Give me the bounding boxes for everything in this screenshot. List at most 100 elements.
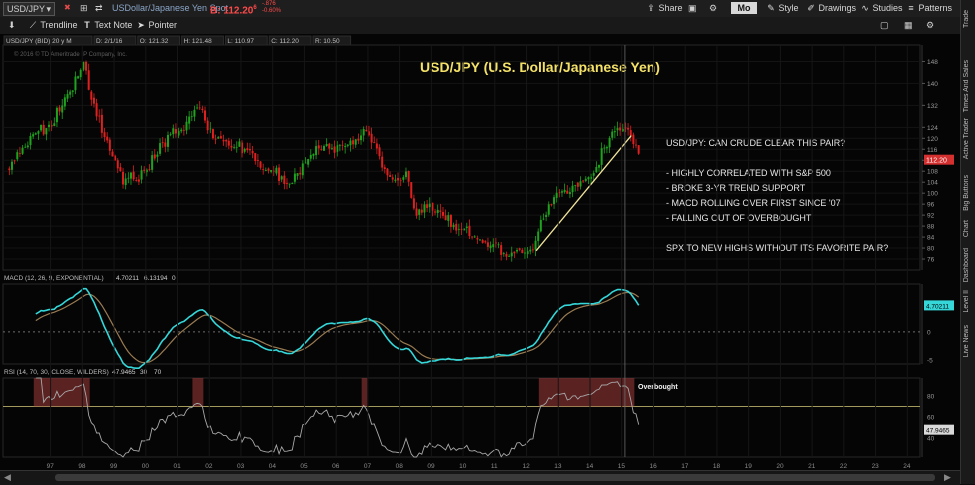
sidebar-tab-times-and-sales[interactable]: Times And Sales: [963, 60, 970, 112]
sidebar-tab-trade[interactable]: Trade: [963, 10, 970, 28]
candle-body: [315, 146, 318, 156]
candle-body: [505, 253, 508, 257]
pin-icon[interactable]: ⬇: [8, 19, 16, 31]
last-price-label: 112.20: [926, 158, 947, 165]
settings-icon[interactable]: ⚙: [926, 19, 934, 31]
candle-body: [605, 147, 608, 149]
aggregation-button[interactable]: Mo: [731, 2, 757, 14]
candle-body: [608, 137, 611, 148]
x-tick-label-04: 04: [269, 463, 277, 470]
drawings-button[interactable]: ✐ Drawings: [806, 2, 856, 14]
x-tick-label-10: 10: [459, 463, 467, 470]
lock-icon[interactable]: ▣: [688, 2, 697, 14]
candle-body: [211, 129, 214, 139]
candle-body: [323, 146, 326, 151]
change-pct: -0.60%: [262, 8, 282, 14]
candle-body: [423, 204, 426, 213]
candle-body: [8, 168, 11, 171]
candle-body: [439, 210, 442, 212]
price-change: -.876 -0.60%: [262, 1, 281, 15]
candle-body: [55, 107, 58, 123]
candle-body: [132, 171, 135, 180]
candle-body: [518, 248, 521, 250]
sidebar-tab-big-buttons[interactable]: Big Buttons: [963, 175, 970, 211]
link-icon[interactable]: ⊞: [80, 2, 88, 14]
candle-body: [106, 136, 109, 141]
candle-body: [420, 209, 423, 213]
alert-icon[interactable]: ✖: [64, 2, 71, 14]
candle-body: [333, 146, 336, 153]
trendline-tool[interactable]: ⟋ Trendline: [28, 19, 78, 31]
candle-body: [418, 209, 421, 215]
pointer-tool[interactable]: ➤ Pointer: [136, 19, 177, 31]
candle-body: [10, 161, 13, 170]
candle-body: [206, 120, 209, 131]
drawings-label: Drawings: [818, 3, 857, 13]
x-tick-label-22: 22: [840, 463, 848, 470]
sidebar-tab-active-trader[interactable]: Active Trader: [963, 118, 970, 159]
grid-layout-icon[interactable]: ▦: [904, 19, 913, 31]
sidebar-tab-dashboard[interactable]: Dashboard: [963, 248, 970, 282]
x-tick-label-01: 01: [174, 463, 182, 470]
chart-scrollbar[interactable]: ◀ ▶: [0, 470, 960, 485]
candle-body: [270, 170, 273, 172]
sidebar-tab-live-news[interactable]: Live News: [963, 325, 970, 357]
price-tick-label-120: 120: [927, 136, 938, 143]
scroll-left-icon[interactable]: ◀: [4, 472, 11, 483]
sidebar-tab-level-ii[interactable]: Level II: [963, 290, 970, 313]
rsi-tick-label-40: 40: [927, 436, 935, 443]
candle-body: [563, 189, 566, 193]
candle-body: [254, 153, 257, 162]
candle-body: [74, 76, 77, 91]
share-button[interactable]: ⇪ Share: [646, 2, 683, 14]
candle-body: [58, 107, 61, 112]
candle-body: [402, 177, 405, 180]
exchange-icon[interactable]: ⇄: [95, 2, 103, 14]
scrollbar-thumb[interactable]: [55, 474, 935, 481]
candle-body: [619, 127, 622, 131]
candle-body: [124, 178, 127, 186]
candle-body: [492, 244, 495, 248]
macd-header-value-0: 4.70211: [116, 275, 139, 282]
price-header-0: USD/JPY (BID) 20 y M: [6, 38, 72, 45]
studies-label: Studies: [872, 3, 903, 13]
annotation-line-4: - MACD ROLLING OVER FIRST SINCE '07: [666, 198, 841, 208]
annotation-line-0: USD/JPY: CAN CRUDE CLEAR THIS PAIR?: [666, 138, 845, 148]
chart-area[interactable]: USD/JPY (BID) 20 y M D: 2/1/16 O: 121.32 H:…: [0, 34, 960, 470]
x-tick-label-97: 97: [47, 463, 55, 470]
price-header-4: L: 110.97: [227, 38, 254, 45]
sidebar-tab-chart[interactable]: Chart: [963, 220, 970, 237]
price-header-2: O: 121.32: [140, 38, 169, 45]
rsi-header: RSI (14, 70, 30, CLOSE, WILDERS): [4, 369, 109, 376]
rsi-overbought-zone: [361, 378, 368, 407]
share-label: Share: [658, 3, 683, 13]
candle-body: [262, 168, 265, 170]
price-tick-label-104: 104: [927, 180, 938, 187]
candle-body: [553, 197, 556, 205]
x-tick-label-19: 19: [745, 463, 753, 470]
candle-body: [129, 172, 132, 179]
text-note-tool[interactable]: T Text Note: [82, 19, 132, 31]
candle-body: [135, 180, 138, 181]
x-tick-label-20: 20: [776, 463, 784, 470]
candle-body: [523, 252, 526, 254]
patterns-button[interactable]: ≡ Patterns: [906, 2, 952, 14]
candle-body: [397, 177, 400, 181]
candle-body: [550, 204, 553, 206]
candle-body: [156, 154, 159, 157]
symbol-selector[interactable]: USD/JPY ▾: [3, 2, 55, 16]
studies-button[interactable]: ∿ Studies: [860, 2, 903, 14]
candle-body: [447, 215, 450, 221]
bid-price-text: B: 112.20: [210, 5, 254, 17]
gear-icon[interactable]: ⚙: [709, 2, 717, 14]
scroll-right-icon[interactable]: ▶: [944, 472, 951, 483]
x-tick-label-05: 05: [300, 463, 308, 470]
candle-body: [79, 69, 82, 78]
candle-body: [159, 143, 162, 154]
candle-body: [87, 70, 90, 90]
candle-body: [98, 115, 101, 117]
candle-body: [560, 191, 563, 193]
single-layout-icon[interactable]: ▢: [880, 19, 889, 31]
candle-body: [441, 212, 444, 216]
style-button[interactable]: ✎ Style: [766, 2, 798, 14]
